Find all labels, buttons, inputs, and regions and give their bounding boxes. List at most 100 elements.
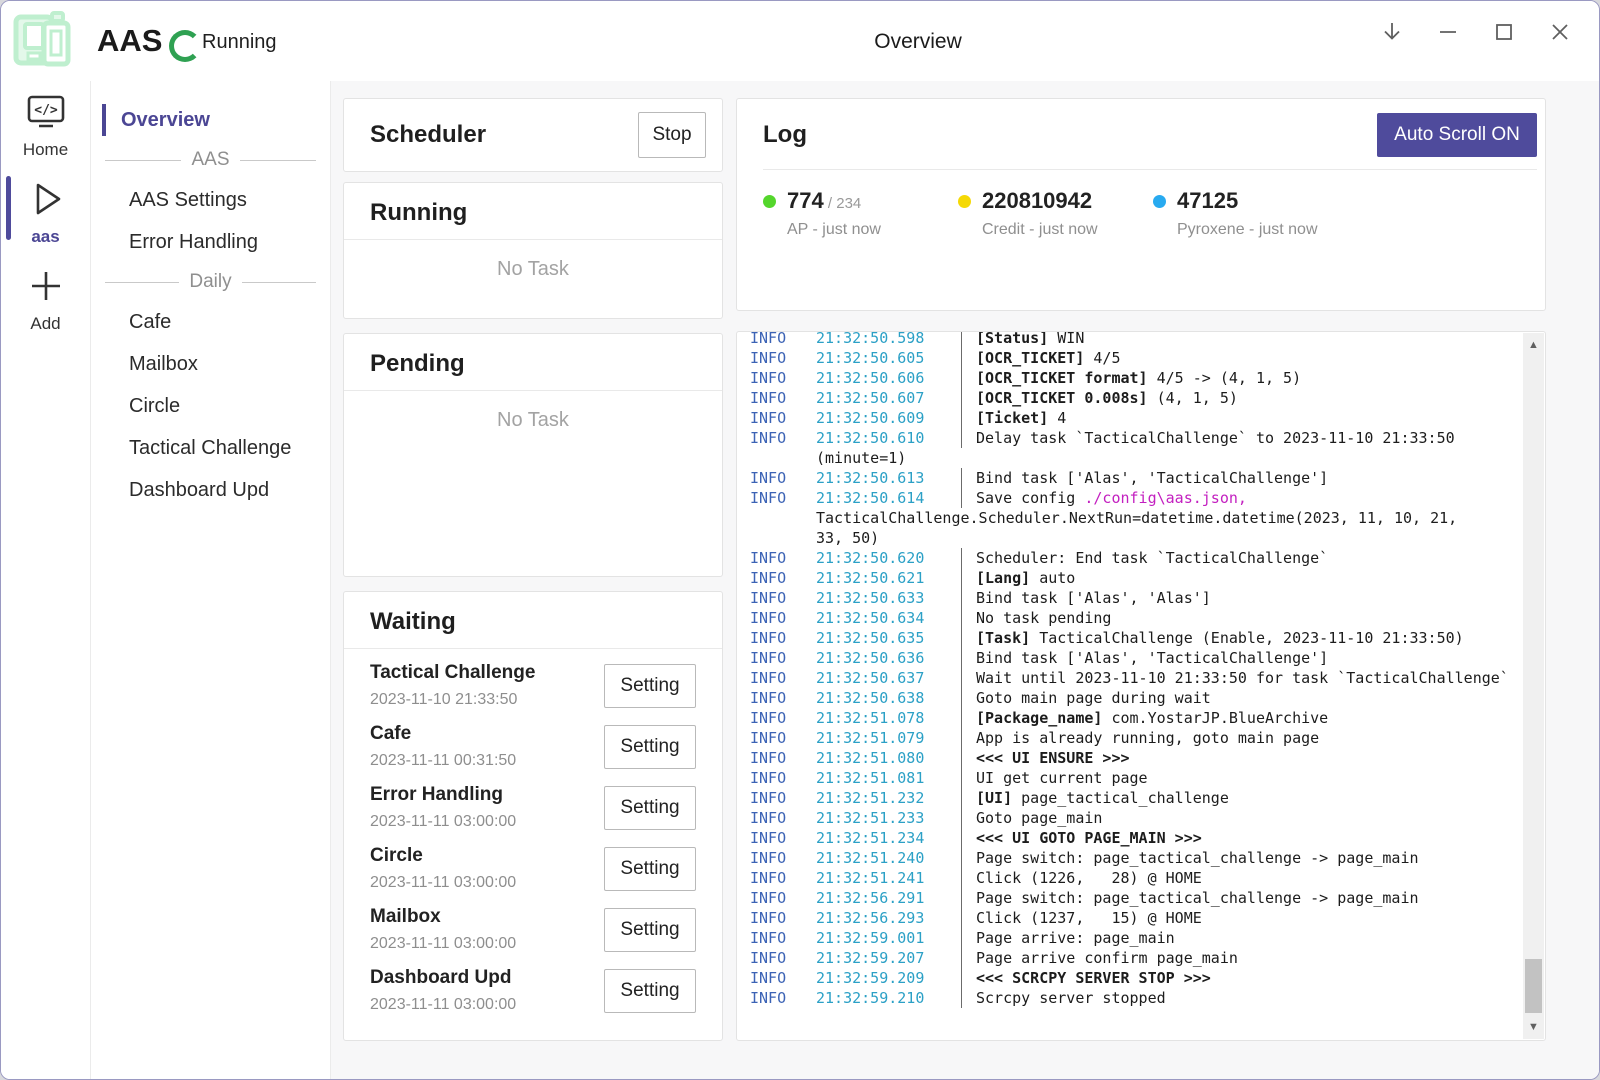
log-level: INFO	[750, 428, 816, 448]
log-message: App is already running, goto main page	[961, 728, 1319, 748]
log-segment: Save config	[976, 489, 1084, 507]
log-segment: Click (1226, 28) @ HOME	[976, 869, 1202, 887]
log-segment: Goto page_main	[976, 809, 1102, 827]
menu-section-label: AAS	[191, 149, 229, 171]
main-content: Scheduler Stop Running No Task Pending N…	[331, 81, 1599, 1079]
log-level: INFO	[750, 408, 816, 428]
download-icon[interactable]	[1375, 15, 1409, 49]
setting-button[interactable]: Setting	[604, 847, 696, 891]
nav-rail-item-home[interactable]: </>Home	[1, 81, 90, 168]
sidebar-item-mailbox[interactable]: Mailbox	[91, 343, 330, 385]
log-segment: TacticalChallenge (Enable, 2023-11-10 21…	[1030, 629, 1463, 647]
nav-rail-item-aas[interactable]: aas	[1, 168, 90, 255]
log-segment: Scrcpy server stopped	[976, 989, 1166, 1007]
log-scrollbar[interactable]: ▲ ▼	[1523, 333, 1544, 1039]
log-timestamp: 21:32:50.598	[816, 331, 961, 348]
maximize-icon[interactable]	[1487, 15, 1521, 49]
log-message: Goto main page during wait	[961, 688, 1211, 708]
waiting-task-row: Dashboard Upd2023-11-11 03:00:00Setting	[344, 960, 722, 1021]
stat-value: 774	[787, 188, 824, 213]
log-header-card: Log Auto Scroll ON 774 / 234AP - just no…	[736, 98, 1546, 311]
waiting-task-next-run: 2023-11-11 03:00:00	[370, 813, 516, 831]
log-timestamp: 21:32:51.240	[816, 848, 961, 868]
menu-item-label: Mailbox	[129, 353, 198, 376]
waiting-card: Waiting Tactical Challenge2023-11-10 21:…	[343, 591, 723, 1041]
log-segment: WIN	[1048, 331, 1084, 347]
log-level: INFO	[750, 488, 816, 508]
stat-dot-icon	[763, 195, 776, 208]
log-timestamp: 21:32:51.081	[816, 768, 961, 788]
divider	[763, 169, 1537, 170]
log-row: INFO21:32:50.635[Task] TacticalChallenge…	[750, 628, 1515, 648]
log-segment: App is already running, goto main page	[976, 729, 1319, 747]
log-row: INFO21:32:51.233Goto page_main	[750, 808, 1515, 828]
log-segment: com.YostarJP.BlueArchive	[1102, 709, 1328, 727]
running-title: Running	[370, 199, 722, 227]
log-timestamp: 21:32:50.609	[816, 408, 961, 428]
log-segment: TacticalChallenge.Scheduler.NextRun=date…	[816, 509, 1457, 527]
log-row: INFO21:32:59.207Page arrive confirm page…	[750, 948, 1515, 968]
waiting-task-info: Error Handling2023-11-11 03:00:00	[370, 784, 516, 831]
sidebar-item-overview[interactable]: Overview	[91, 99, 330, 141]
log-segment: [UI]	[976, 789, 1012, 807]
scroll-up-icon[interactable]: ▲	[1523, 339, 1544, 351]
waiting-task-row: Tactical Challenge2023-11-10 21:33:50 Set…	[344, 655, 722, 716]
setting-button[interactable]: Setting	[604, 969, 696, 1013]
log-level: INFO	[750, 748, 816, 768]
log-row: INFO21:32:50.609[Ticket] 4	[750, 408, 1515, 428]
log-message: Click (1226, 28) @ HOME	[961, 868, 1202, 888]
log-level: INFO	[750, 808, 816, 828]
log-level: INFO	[750, 588, 816, 608]
log-timestamp: 21:32:50.638	[816, 688, 961, 708]
scroll-down-icon[interactable]: ▼	[1523, 1021, 1544, 1033]
nav-rail: </>HomeaasAdd	[1, 81, 91, 1079]
setting-button[interactable]: Setting	[604, 725, 696, 769]
menu-sidebar: Overview AAS AAS Settings Error Handling Dai…	[91, 81, 331, 1079]
menu-section-label: Daily	[189, 271, 231, 293]
setting-button[interactable]: Setting	[604, 908, 696, 952]
waiting-task-info: Tactical Challenge2023-11-10 21:33:50	[370, 662, 535, 709]
sidebar-item-error-handling[interactable]: Error Handling	[91, 221, 330, 263]
stat-dot-icon	[1153, 195, 1166, 208]
log-message: Page arrive confirm page_main	[961, 948, 1238, 968]
sidebar-item-circle[interactable]: Circle	[91, 385, 330, 427]
stop-button[interactable]: Stop	[638, 112, 706, 158]
sidebar-item-dashboard-upd[interactable]: Dashboard Upd	[91, 469, 330, 511]
sidebar-item-cafe[interactable]: Cafe	[91, 301, 330, 343]
menu-item-label: Error Handling	[129, 231, 258, 254]
sidebar-item-aas-settings[interactable]: AAS Settings	[91, 179, 330, 221]
log-timestamp: 21:32:50.621	[816, 568, 961, 588]
log-timestamp: 21:32:51.079	[816, 728, 961, 748]
log-row: INFO21:32:59.210Scrcpy server stopped	[750, 988, 1515, 1008]
stat-label: Pyroxene - just now	[1177, 221, 1318, 239]
log-segment: 33, 50)	[816, 529, 879, 547]
log-segment: 4/5 -> (4, 1, 5)	[1148, 369, 1302, 387]
log-segment: [OCR_TICKET]	[976, 349, 1084, 367]
log-timestamp: 21:32:50.636	[816, 648, 961, 668]
log-level: INFO	[750, 948, 816, 968]
setting-button[interactable]: Setting	[604, 664, 696, 708]
log-message: Delay task `TacticalChallenge` to 2023-1…	[961, 428, 1455, 448]
auto-scroll-button[interactable]: Auto Scroll ON	[1377, 113, 1537, 157]
sidebar-item-tactical-challenge[interactable]: Tactical Challenge	[91, 427, 330, 469]
log-continuation: (minute=1)	[816, 448, 906, 468]
nav-rail-item-add[interactable]: Add	[1, 255, 90, 342]
divider-line	[240, 160, 316, 161]
stat-value-row: 47125	[1177, 188, 1318, 214]
log-row: INFO21:32:50.620Scheduler: End task `Tac…	[750, 548, 1515, 568]
scrollbar-thumb[interactable]	[1525, 959, 1542, 1013]
minimize-icon[interactable]	[1431, 15, 1465, 49]
close-icon[interactable]	[1543, 15, 1577, 49]
stat-label: AP - just now	[787, 221, 881, 239]
log-message: [Status] WIN	[961, 331, 1084, 348]
log-row: INFO21:32:56.291Page switch: page_tactic…	[750, 888, 1515, 908]
stat-value-row: 220810942	[982, 188, 1098, 214]
waiting-task-next-run: 2023-11-11 03:00:00	[370, 874, 516, 892]
log-level: INFO	[750, 648, 816, 668]
log-segment: Click (1237, 15) @ HOME	[976, 909, 1202, 927]
log-level: INFO	[750, 868, 816, 888]
log-level: INFO	[750, 988, 816, 1008]
log-row: INFO21:32:51.080<<< UI ENSURE >>>	[750, 748, 1515, 768]
setting-button[interactable]: Setting	[604, 786, 696, 830]
log-timestamp: 21:32:59.209	[816, 968, 961, 988]
